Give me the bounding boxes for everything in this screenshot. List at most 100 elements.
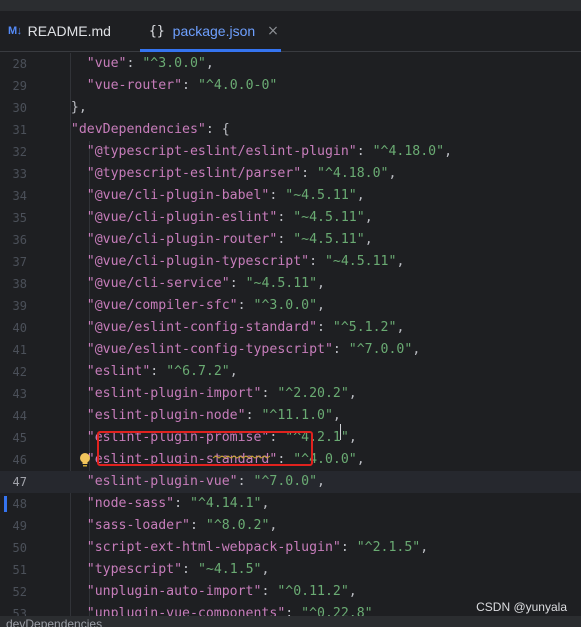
json-punctuation: , [317, 276, 325, 291]
tab-readme[interactable]: M↓ README.md [8, 11, 111, 51]
json-key: "@vue/cli-plugin-typescript" [86, 254, 310, 269]
json-key: "@vue/cli-plugin-router" [86, 232, 278, 247]
editor-tab-bar: M↓ README.md {} package.json × [0, 11, 581, 52]
line-number: 30 [12, 101, 27, 115]
json-punctuation: : [277, 210, 294, 225]
line-number: 53 [12, 607, 27, 616]
json-punctuation [55, 518, 87, 533]
json-key: "devDependencies" [70, 122, 206, 137]
json-value: "^5.1.2" [332, 320, 397, 335]
json-punctuation: : [277, 232, 294, 247]
json-key: "eslint-plugin-node" [86, 408, 246, 423]
line-number: 45 [12, 431, 27, 445]
lightbulb-icon[interactable] [79, 452, 91, 468]
json-punctuation: : [182, 78, 198, 93]
code-text: "@vue/cli-plugin-typescript": "~4.5.11", [55, 251, 405, 273]
code-line[interactable]: 44 "eslint-plugin-node": "^11.1.0", [0, 405, 581, 427]
code-line[interactable]: 43 "eslint-plugin-import": "^2.20.2", [0, 383, 581, 405]
code-line[interactable]: 37 "@vue/cli-plugin-typescript": "~4.5.1… [0, 251, 581, 273]
code-line[interactable]: 29 "vue-router": "^4.0.0-0" [0, 75, 581, 97]
line-number: 39 [12, 299, 27, 313]
line-number: 36 [12, 233, 27, 247]
code-line[interactable]: 42 "eslint": "^6.7.2", [0, 361, 581, 383]
json-punctuation [55, 408, 87, 423]
json-punctuation [55, 122, 71, 137]
json-punctuation [55, 474, 87, 489]
json-value: "^4.14.1" [190, 496, 262, 511]
code-line[interactable]: 41 "@vue/eslint-config-typescript": "^7.… [0, 339, 581, 361]
json-punctuation [55, 430, 87, 445]
json-value: "~4.5.11" [245, 276, 318, 291]
watermark: CSDN @yunyala [476, 600, 567, 614]
code-text: "@vue/eslint-config-typescript": "^7.0.0… [55, 339, 421, 361]
code-line[interactable]: 40 "@vue/eslint-config-standard": "^5.1.… [0, 317, 581, 339]
code-line[interactable]: 32 "@typescript-eslint/eslint-plugin": "… [0, 141, 581, 163]
breadcrumb-item[interactable]: devDependencies [6, 617, 102, 627]
code-line[interactable]: 34 "@vue/cli-plugin-babel": "~4.5.11", [0, 185, 581, 207]
json-punctuation: : [237, 474, 254, 489]
json-key: "typescript" [86, 562, 183, 577]
code-line[interactable]: 47 "eslint-plugin-vue": "^7.0.0", [0, 471, 581, 493]
code-text: "eslint": "^6.7.2", [55, 361, 238, 383]
json-key: "@vue/eslint-config-standard" [86, 320, 318, 335]
json-punctuation [55, 320, 87, 335]
code-editor[interactable]: 28 "vue": "^3.0.0", 29 "vue-router": "^4.… [0, 53, 581, 616]
code-line[interactable]: 28 "vue": "^3.0.0", [0, 53, 581, 75]
json-punctuation: }, [70, 100, 87, 115]
json-punctuation [55, 276, 87, 291]
code-line[interactable]: 51 "typescript": "~4.1.5", [0, 559, 581, 581]
line-number: 44 [12, 409, 27, 423]
json-punctuation: : [261, 584, 278, 599]
line-number: 41 [12, 343, 27, 357]
json-punctuation [55, 386, 87, 401]
json-value: "^8.0.2" [205, 518, 270, 533]
json-punctuation: : [229, 276, 246, 291]
tab-package-json[interactable]: {} package.json × [140, 11, 281, 52]
code-line[interactable]: 49 "sass-loader": "^8.0.2", [0, 515, 581, 537]
json-key: "@typescript-eslint/eslint-plugin" [86, 144, 357, 159]
code-line[interactable]: 50 "script-ext-html-webpack-plugin": "^2… [0, 537, 581, 559]
json-key: "vue" [86, 56, 127, 71]
code-line[interactable]: 35 "@vue/cli-plugin-eslint": "~4.5.11", [0, 207, 581, 229]
line-number: 31 [12, 123, 27, 137]
json-punctuation: : [150, 364, 167, 379]
annotation-highlight-box [97, 431, 313, 466]
json-punctuation: : [174, 496, 190, 511]
line-number: 32 [12, 145, 27, 159]
json-key: "node-sass" [86, 496, 175, 511]
code-line[interactable]: 31 "devDependencies": { [0, 119, 581, 141]
code-line[interactable]: 48 "node-sass": "^4.14.1", [0, 493, 581, 515]
code-line[interactable]: 30 }, [0, 97, 581, 119]
code-line[interactable]: 39 "@vue/compiler-sfc": "^3.0.0", [0, 295, 581, 317]
json-key: "vue-router" [86, 78, 183, 93]
json-punctuation [55, 606, 87, 616]
line-number: 28 [12, 57, 27, 71]
json-punctuation: , [229, 364, 238, 379]
json-punctuation [55, 496, 87, 511]
json-punctuation [55, 540, 87, 555]
json-punctuation [55, 100, 71, 115]
code-text: "sass-loader": "^8.0.2", [55, 515, 278, 537]
json-punctuation [55, 584, 87, 599]
code-line[interactable]: 36 "@vue/cli-plugin-router": "~4.5.11", [0, 229, 581, 251]
json-key: "script-ext-html-webpack-plugin" [86, 540, 341, 555]
breadcrumb[interactable]: devDependencies [0, 616, 581, 627]
code-line[interactable]: 38 "@vue/cli-service": "~4.5.11", [0, 273, 581, 295]
json-punctuation: : [309, 254, 325, 269]
line-number: 51 [12, 563, 27, 577]
code-text: "typescript": "~4.1.5", [55, 559, 270, 581]
json-punctuation [55, 56, 87, 71]
vcs-change-marker[interactable] [4, 496, 7, 512]
code-line[interactable]: 33 "@typescript-eslint/parser": "^4.18.0… [0, 163, 581, 185]
json-punctuation: , [444, 144, 453, 159]
json-punctuation: : [205, 122, 222, 137]
json-punctuation: , [317, 298, 325, 313]
json-punctuation [55, 188, 87, 203]
code-text: "@typescript-eslint/eslint-plugin": "^4.… [55, 141, 452, 163]
json-value: "^3.0.0" [142, 56, 206, 71]
json-punctuation: : [317, 320, 333, 335]
warning-squiggle [213, 455, 271, 459]
close-icon[interactable]: × [267, 23, 279, 39]
json-punctuation: , [348, 430, 357, 445]
code-text: "eslint-plugin-vue": "^7.0.0", [55, 471, 325, 493]
